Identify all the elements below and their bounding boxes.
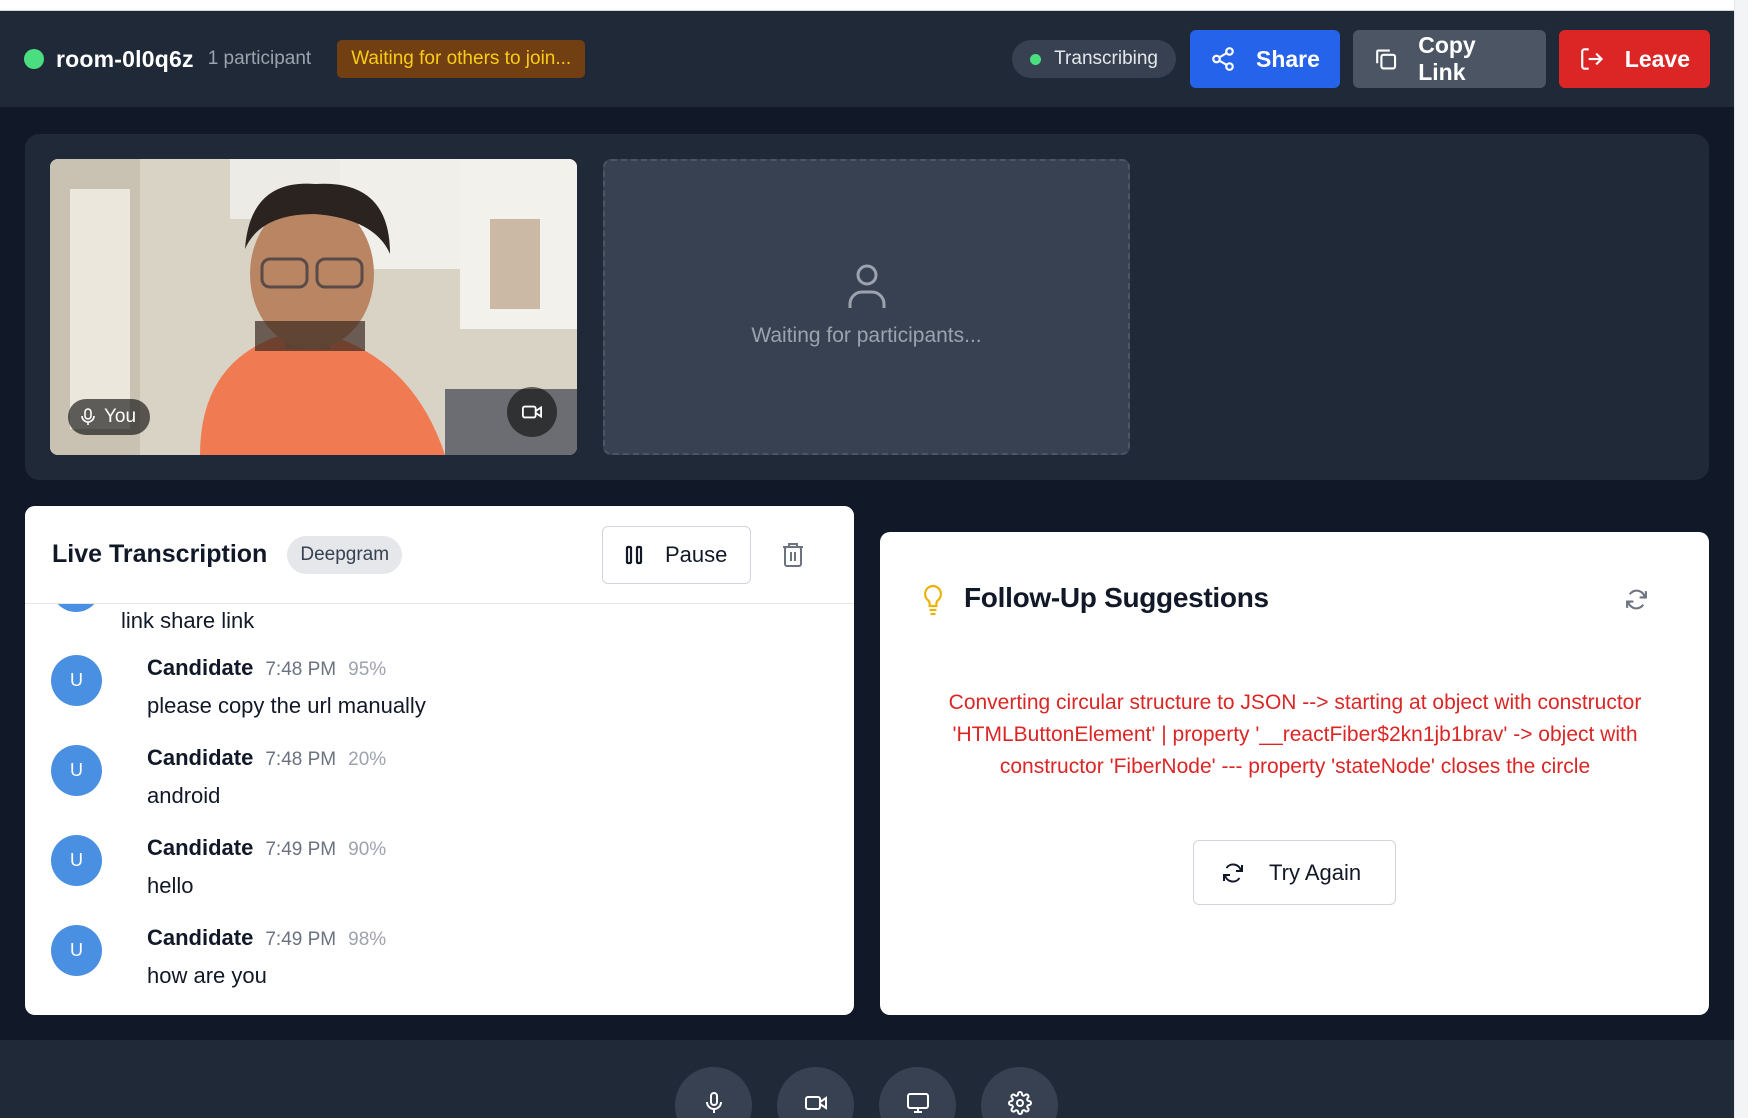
suggestions-error-message: Converting circular structure to JSON --…: [948, 691, 1642, 778]
window-scrollbar-track[interactable]: [1734, 0, 1748, 1118]
speaker-name: Candidate: [147, 925, 254, 950]
room-header: room-0l0q6z 1 participant Waiting for ot…: [0, 11, 1734, 107]
microphone-icon: [705, 1092, 722, 1113]
local-video-tile: You: [50, 159, 577, 455]
waiting-status-badge: Waiting for others to join...: [337, 40, 586, 78]
pause-transcription-button[interactable]: Pause: [602, 526, 751, 584]
empty-participant-tile: Waiting for participants...: [603, 159, 1130, 455]
transcription-title: Live Transcription: [52, 540, 268, 568]
connection-status-dot: [24, 49, 44, 69]
lightbulb-icon: [923, 584, 943, 616]
transcript-entry: U Candidate 7:48 PM 20% android: [51, 745, 831, 825]
avatar: U: [51, 745, 102, 796]
camera-status-button[interactable]: [507, 387, 557, 437]
user-icon: [848, 264, 885, 308]
avatar: U: [51, 835, 102, 886]
refresh-icon[interactable]: [1624, 587, 1649, 612]
room-name: room-0l0q6z: [56, 45, 194, 72]
participant-count: 1 participant: [207, 48, 312, 69]
transcript-text: hello: [147, 873, 194, 898]
transcript-list[interactable]: link share link U Candidate 7:48 PM 95% …: [25, 604, 854, 1015]
settings-button[interactable]: [981, 1067, 1058, 1118]
timestamp: 7:48 PM: [265, 659, 337, 680]
video-camera-icon: [522, 405, 542, 419]
copy-link-label: Copy Link: [1418, 32, 1476, 85]
local-participant-badge: You: [68, 399, 151, 435]
share-icon: [1212, 47, 1234, 71]
timestamp: 7:49 PM: [265, 839, 337, 860]
speaker-name: Candidate: [147, 835, 254, 860]
refresh-icon: [1223, 862, 1243, 883]
avatar: [51, 604, 101, 612]
avatar: U: [51, 925, 102, 976]
transcribing-label: Transcribing: [1054, 48, 1158, 69]
transcript-text: android: [147, 783, 221, 808]
local-participant-label: You: [104, 406, 137, 427]
transcript-entry: U Candidate 7:49 PM 90% hello: [51, 835, 831, 915]
follow-up-suggestions-panel: Follow-Up Suggestions Converting circula…: [880, 532, 1709, 1015]
transcript-text: please copy the url manually: [147, 693, 426, 718]
transcription-header: Live Transcription Deepgram Pause: [25, 506, 854, 604]
speaker-name: Candidate: [147, 745, 254, 770]
timestamp: 7:49 PM: [265, 929, 337, 950]
timestamp: 7:48 PM: [265, 749, 337, 770]
camera-icon: [804, 1096, 827, 1110]
share-button[interactable]: Share: [1190, 30, 1340, 88]
live-transcription-panel: Live Transcription Deepgram Pause link s…: [25, 506, 854, 1015]
call-controls-bar: [0, 1040, 1734, 1118]
try-again-label: Try Again: [1269, 859, 1362, 885]
confidence-value: 20%: [348, 749, 387, 770]
confidence-value: 95%: [348, 659, 387, 680]
pause-icon: [625, 545, 643, 565]
screen-share-button[interactable]: [879, 1067, 956, 1118]
avatar: U: [51, 655, 102, 706]
pause-label: Pause: [665, 542, 728, 567]
waiting-participants-text: Waiting for participants...: [751, 324, 982, 347]
confidence-value: 98%: [348, 929, 387, 950]
video-grid: You Waiting for participants...: [25, 134, 1709, 480]
browser-top-strip: [0, 0, 1748, 11]
transcription-provider-badge: Deepgram: [287, 535, 403, 574]
logout-icon: [1581, 48, 1604, 70]
suggestions-title: Follow-Up Suggestions: [964, 582, 1269, 613]
settings-gear-icon: [1007, 1091, 1032, 1115]
transcript-text: how are you: [147, 963, 267, 988]
leave-label: Leave: [1624, 45, 1690, 72]
transcript-text: link share link: [121, 608, 255, 633]
transcribing-status-pill: Transcribing: [1012, 40, 1176, 78]
transcript-entry: U Candidate 7:48 PM 95% please copy the …: [51, 655, 831, 735]
camera-toggle-button[interactable]: [777, 1067, 854, 1118]
monitor-icon: [906, 1093, 929, 1113]
transcript-entry: U Candidate 7:49 PM 98% how are you: [51, 925, 831, 1005]
trash-icon[interactable]: [781, 541, 805, 568]
try-again-button[interactable]: Try Again: [1193, 840, 1396, 905]
copy-link-button[interactable]: Copy Link: [1353, 30, 1546, 88]
leave-button[interactable]: Leave: [1559, 30, 1710, 88]
transcribing-dot: [1030, 53, 1042, 65]
copy-icon: [1376, 49, 1397, 70]
confidence-value: 90%: [348, 839, 387, 860]
microphone-toggle-button[interactable]: [675, 1067, 752, 1118]
share-label: Share: [1256, 45, 1320, 72]
microphone-icon: [81, 408, 95, 425]
speaker-name: Candidate: [147, 655, 254, 680]
